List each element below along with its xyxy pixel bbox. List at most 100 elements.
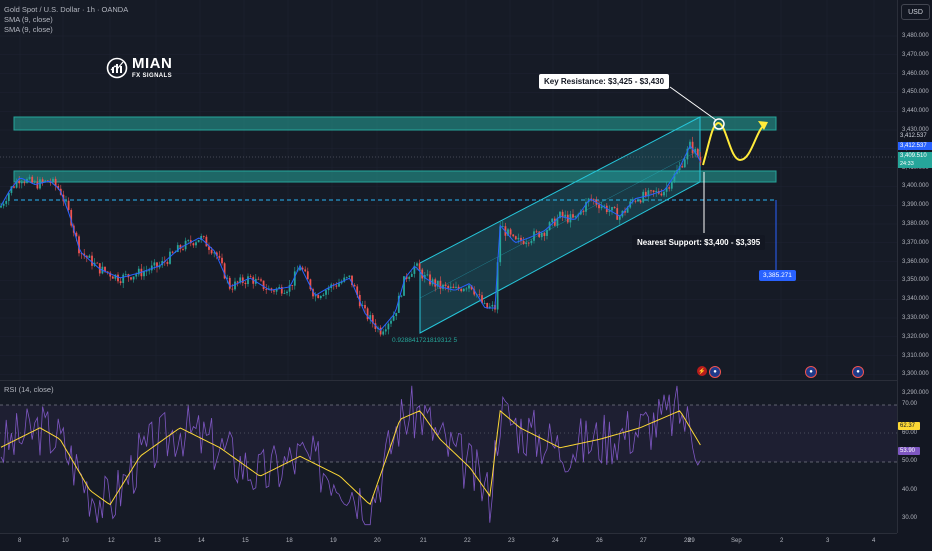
candle-body <box>0 205 2 208</box>
candle-body <box>670 182 673 189</box>
candle-body <box>384 329 387 332</box>
candle-body <box>231 288 234 290</box>
candle-body <box>65 200 67 202</box>
lightning-event-icon[interactable]: ⚡ <box>697 366 707 376</box>
candle-body <box>153 262 156 266</box>
time-tick-label: 18 <box>286 538 293 544</box>
logo-sub-text: FX SIGNALS <box>132 73 173 79</box>
candle-body <box>611 207 613 211</box>
price-tick-label: 3,350.000 <box>902 277 929 284</box>
candle-body <box>655 191 658 193</box>
candle-body <box>652 190 655 193</box>
candle-body <box>306 271 309 280</box>
us-flag-event-icon-2[interactable]: ● <box>805 366 817 378</box>
candle-body <box>91 255 93 266</box>
candle-body <box>634 200 637 202</box>
time-tick-label: 24 <box>552 538 559 544</box>
time-tick-label: 13 <box>154 538 161 544</box>
resistance-zone[interactable] <box>13 116 777 131</box>
price-tick-label: 3,390.000 <box>902 202 929 209</box>
candle-body <box>171 251 174 253</box>
sma-legend-1[interactable]: SMA (9, close) <box>4 15 128 25</box>
candle-body <box>410 273 413 277</box>
candle-body <box>660 193 663 196</box>
candle-body <box>408 276 411 279</box>
candle-body <box>192 243 195 246</box>
price-tick-label: 3,460.000 <box>902 70 929 77</box>
candle-body <box>322 294 325 296</box>
candle-body <box>582 210 585 212</box>
time-tick-label: 23 <box>508 538 515 544</box>
rsi-tick-label: 30.00 <box>902 515 918 521</box>
candle-body <box>236 281 239 283</box>
candle-body <box>387 323 390 330</box>
price-tick-label: 3,320.000 <box>902 333 929 340</box>
price-tick-label: 3,440.000 <box>902 108 929 115</box>
rsi-tick-label: 60.00 <box>902 430 918 436</box>
rsi-chart-svg[interactable] <box>0 381 897 533</box>
candle-body <box>182 248 184 250</box>
candle-body <box>283 293 286 294</box>
price-tick-label: 3,370.000 <box>902 239 929 246</box>
candle-body <box>221 257 223 264</box>
price-tag-sma: 3,412.537 <box>898 142 932 150</box>
time-tick-label: 12 <box>108 538 115 544</box>
nearest-support-callout[interactable]: Nearest Support: $3,400 - $3,395 <box>632 235 766 250</box>
ascending-channel[interactable] <box>419 116 701 334</box>
mian-fx-logo: MIAN FX SIGNALS <box>106 56 172 79</box>
target-price-tag[interactable]: 3,385.271 <box>759 270 796 281</box>
candle-body <box>18 181 21 184</box>
rsi-legend[interactable]: RSI (14, close) <box>4 385 54 394</box>
chart-legend[interactable]: Gold Spot / U.S. Dollar · 1h · OANDA SMA… <box>4 5 128 35</box>
candle-body <box>514 236 517 240</box>
price-tag-high: 3,412.537 <box>898 132 932 140</box>
candle-body <box>455 286 457 288</box>
candle-body <box>400 295 403 297</box>
candle-body <box>465 288 468 290</box>
candle-body <box>67 200 70 210</box>
candle-body <box>598 204 600 209</box>
candle-body <box>392 316 395 321</box>
time-tick-label: 15 <box>242 538 249 544</box>
candle-body <box>130 277 132 280</box>
candle-body <box>241 277 244 283</box>
sma-legend-2[interactable]: SMA (9, close) <box>4 25 128 35</box>
symbol-title[interactable]: Gold Spot / U.S. Dollar · 1h · OANDA <box>4 5 128 15</box>
time-axis[interactable]: 8 10 12 13 14 15 18 19 20 21 22 23 24 26 27 28 29 Sep 2 3 4 <box>0 533 897 551</box>
price-tick-label: 3,400.000 <box>902 183 929 190</box>
candle-body <box>260 279 262 281</box>
us-flag-event-icon[interactable]: ● <box>709 366 721 378</box>
candle-body <box>663 191 665 196</box>
price-tick-label: 3,300.000 <box>902 371 929 378</box>
candle-body <box>88 255 91 258</box>
time-tick-label: 21 <box>420 538 427 544</box>
candle-body <box>117 274 119 282</box>
time-tick-label: 2 <box>780 538 784 544</box>
candle-body <box>483 302 486 304</box>
currency-button[interactable]: USD <box>901 4 930 20</box>
rsi-pane[interactable] <box>0 381 897 533</box>
candle-body <box>257 278 260 280</box>
price-tick-label: 3,480.000 <box>902 33 929 39</box>
time-tick-label: 26 <box>596 538 603 544</box>
time-tick-label: 8 <box>18 538 22 544</box>
rsi-tick-label: 40.00 <box>902 487 918 493</box>
candle-body <box>286 291 288 294</box>
rsi-value-tag: 53.90 <box>898 447 920 455</box>
candle-body <box>28 176 31 179</box>
price-tick-label: 3,330.000 <box>902 315 929 321</box>
price-tag-last: 3,409.510 <box>898 152 932 160</box>
bar-countdown: 24:33 <box>898 160 932 168</box>
time-tick-label: Sep <box>731 538 742 544</box>
candle-body <box>551 218 554 223</box>
key-resistance-callout[interactable]: Key Resistance: $3,425 - $3,430 <box>539 74 670 89</box>
candle-body <box>317 294 320 299</box>
candle-body <box>31 176 34 183</box>
us-flag-event-icon-3[interactable]: ● <box>852 366 864 378</box>
time-tick-label: 27 <box>640 538 647 544</box>
candle-body <box>543 232 546 236</box>
candle-body <box>13 186 15 188</box>
candle-body <box>491 304 494 307</box>
candle-body <box>546 230 548 236</box>
time-tick-label: 10 <box>62 538 69 544</box>
